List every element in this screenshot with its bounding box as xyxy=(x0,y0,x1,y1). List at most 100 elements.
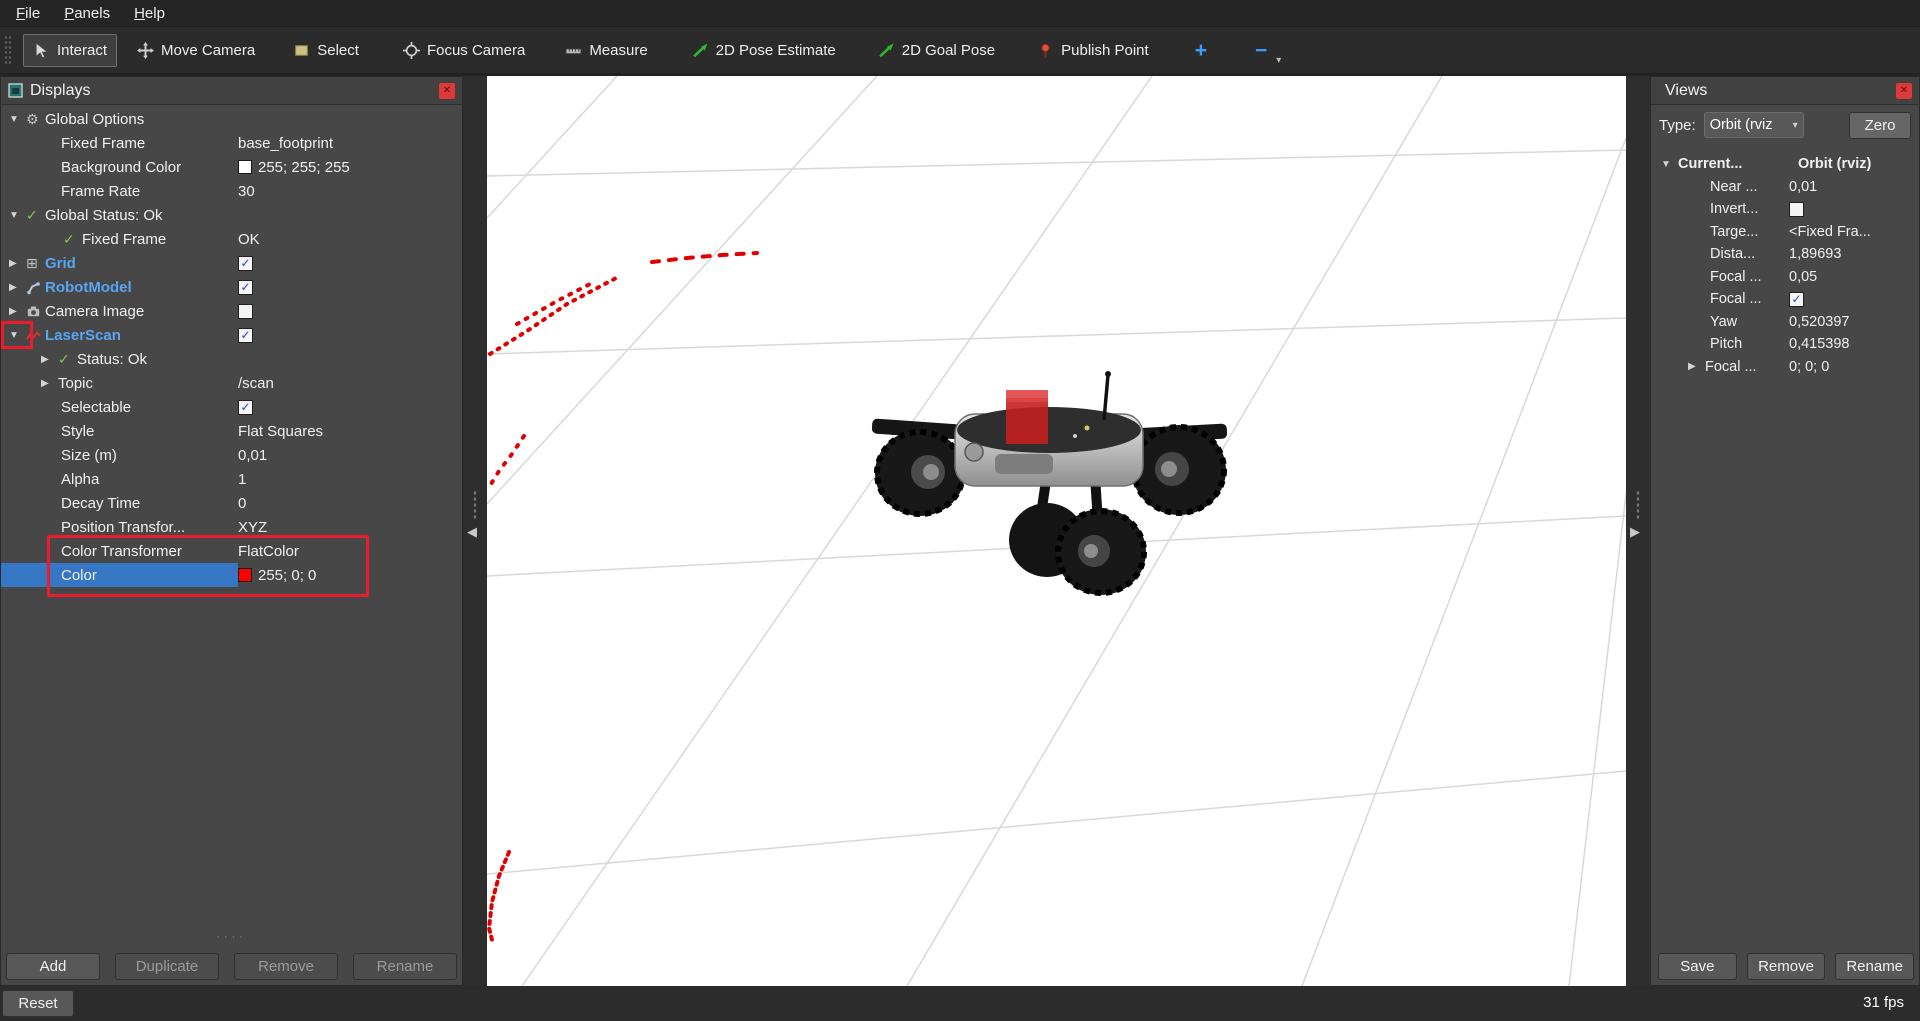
collapse-right-icon[interactable]: ▶ xyxy=(1630,524,1640,540)
color-swatch-white[interactable] xyxy=(238,160,252,174)
property-value[interactable]: 0,01 xyxy=(238,447,267,464)
duplicate-display-button[interactable]: Duplicate xyxy=(115,953,219,980)
reset-button[interactable]: Reset xyxy=(2,990,74,1017)
expander-icon[interactable]: ▶ xyxy=(9,282,26,293)
selectable-checkbox[interactable] xyxy=(238,400,253,415)
tool-2d-pose-estimate[interactable]: 2D Pose Estimate xyxy=(682,34,846,67)
right-splitter[interactable]: ▶ xyxy=(1626,76,1650,986)
rename-view-button[interactable]: Rename xyxy=(1835,953,1914,980)
displays-panel-header[interactable]: Displays ✕ xyxy=(1,77,462,105)
rename-display-button[interactable]: Rename xyxy=(353,953,457,980)
expander-icon[interactable]: ▶ xyxy=(1688,361,1705,372)
display-row-global-options[interactable]: ▼ ⚙ Global Options xyxy=(1,107,461,131)
enabled-checkbox[interactable] xyxy=(238,304,253,319)
close-panel-button[interactable]: ✕ xyxy=(439,83,455,99)
add-display-button[interactable]: Add xyxy=(6,953,100,980)
display-row-selectable[interactable]: Selectable xyxy=(1,395,461,419)
display-row-color[interactable]: Color 255; 0; 0 xyxy=(1,563,461,587)
display-row-alpha[interactable]: Alpha 1 xyxy=(1,467,461,491)
remove-view-button[interactable]: Remove xyxy=(1747,953,1826,980)
menu-file[interactable]: File xyxy=(4,2,52,25)
views-panel-header[interactable]: Views ✕ xyxy=(1651,77,1919,105)
view-row-focal-shape-fixed[interactable]: Focal ... xyxy=(1651,288,1918,311)
tool-interact[interactable]: Interact xyxy=(23,34,117,67)
display-row-fixed-frame-status[interactable]: ✓ Fixed Frame OK xyxy=(1,227,461,251)
panel-resize-handle[interactable]: ···· xyxy=(1,931,462,943)
collapse-left-icon[interactable]: ◀ xyxy=(467,524,477,540)
display-row-grid[interactable]: ▶ ⊞ Grid xyxy=(1,251,461,275)
property-value[interactable]: 0,520397 xyxy=(1789,314,1849,330)
color-swatch-red[interactable] xyxy=(238,568,252,582)
expander-icon[interactable]: ▶ xyxy=(9,258,26,269)
zero-button[interactable]: Zero xyxy=(1849,112,1911,139)
property-value[interactable]: 1,89693 xyxy=(1789,246,1841,262)
save-view-button[interactable]: Save xyxy=(1658,953,1737,980)
display-row-fixed-frame[interactable]: Fixed Frame base_footprint xyxy=(1,131,461,155)
property-value[interactable]: 0; 0; 0 xyxy=(1789,359,1829,375)
expander-icon[interactable]: ▼ xyxy=(9,330,26,341)
splitter-handle[interactable] xyxy=(1636,490,1640,520)
add-tool-button[interactable]: + xyxy=(1185,34,1217,67)
tool-move-camera[interactable]: Move Camera xyxy=(127,34,265,67)
display-row-global-status[interactable]: ▼ ✓ Global Status: Ok xyxy=(1,203,461,227)
property-value[interactable]: 255; 0; 0 xyxy=(258,567,316,584)
close-panel-button[interactable]: ✕ xyxy=(1896,83,1912,99)
display-row-position-transformer[interactable]: Position Transfor... XYZ xyxy=(1,515,461,539)
property-value[interactable]: Flat Squares xyxy=(238,423,323,440)
view-row-focal-point[interactable]: ▶ Focal ... 0; 0; 0 xyxy=(1651,356,1918,379)
property-value[interactable]: 30 xyxy=(238,183,255,200)
view-row-focal-shape-size[interactable]: Focal ... 0,05 xyxy=(1651,266,1918,289)
property-value[interactable]: 0,05 xyxy=(1789,269,1817,285)
view-row-invert-z[interactable]: Invert... xyxy=(1651,198,1918,221)
view-row-yaw[interactable]: Yaw 0,520397 xyxy=(1651,311,1918,334)
display-row-frame-rate[interactable]: Frame Rate 30 xyxy=(1,179,461,203)
enabled-checkbox[interactable] xyxy=(238,280,253,295)
display-row-size[interactable]: Size (m) 0,01 xyxy=(1,443,461,467)
display-row-color-transformer[interactable]: Color Transformer FlatColor xyxy=(1,539,461,563)
invert-checkbox[interactable] xyxy=(1789,202,1804,217)
view-row-target-frame[interactable]: Targe... <Fixed Fra... xyxy=(1651,221,1918,244)
3d-viewport[interactable] xyxy=(487,76,1626,986)
property-value[interactable]: <Fixed Fra... xyxy=(1789,224,1871,240)
expander-icon[interactable]: ▼ xyxy=(9,210,26,221)
tool-2d-goal-pose[interactable]: 2D Goal Pose xyxy=(868,34,1005,67)
property-value[interactable]: 0,415398 xyxy=(1789,336,1849,352)
expander-icon[interactable]: ▶ xyxy=(41,378,58,389)
expander-icon[interactable]: ▶ xyxy=(9,306,26,317)
display-row-camera-image[interactable]: ▶ Camera Image xyxy=(1,299,461,323)
expander-icon[interactable]: ▼ xyxy=(1661,159,1678,170)
display-row-style[interactable]: Style Flat Squares xyxy=(1,419,461,443)
display-row-laserscan-status[interactable]: ▶ ✓ Status: Ok xyxy=(1,347,461,371)
splitter-handle[interactable] xyxy=(473,490,477,520)
tool-publish-point[interactable]: Publish Point xyxy=(1027,34,1159,67)
display-row-robotmodel[interactable]: ▶ RobotModel xyxy=(1,275,461,299)
property-value[interactable]: 0 xyxy=(238,495,246,512)
tool-select[interactable]: Select xyxy=(283,34,369,67)
remove-display-button[interactable]: Remove xyxy=(234,953,338,980)
menu-help[interactable]: Help xyxy=(122,2,177,25)
focal-checkbox[interactable] xyxy=(1789,292,1804,307)
view-type-dropdown[interactable]: Orbit (rviz ▾ xyxy=(1704,112,1804,138)
enabled-checkbox[interactable] xyxy=(238,256,253,271)
display-row-topic[interactable]: ▶ Topic /scan xyxy=(1,371,461,395)
view-row-near-clip[interactable]: Near ... 0,01 xyxy=(1651,176,1918,199)
property-value[interactable]: XYZ xyxy=(238,519,267,536)
view-row-pitch[interactable]: Pitch 0,415398 xyxy=(1651,333,1918,356)
property-value[interactable]: 255; 255; 255 xyxy=(258,159,350,176)
view-row-current[interactable]: ▼ Current... Orbit (rviz) xyxy=(1651,153,1918,176)
view-row-distance[interactable]: Dista... 1,89693 xyxy=(1651,243,1918,266)
property-value[interactable]: base_footprint xyxy=(238,135,333,152)
property-value[interactable]: FlatColor xyxy=(238,543,299,560)
tool-focus-camera[interactable]: Focus Camera xyxy=(393,34,535,67)
expander-icon[interactable]: ▶ xyxy=(41,354,58,365)
tool-measure[interactable]: Measure xyxy=(555,34,657,67)
enabled-checkbox[interactable] xyxy=(238,328,253,343)
menu-panels[interactable]: Panels xyxy=(52,2,122,25)
remove-tool-button[interactable]: − ▾ xyxy=(1245,34,1284,67)
expander-icon[interactable]: ▼ xyxy=(9,114,26,125)
display-row-background-color[interactable]: Background Color 255; 255; 255 xyxy=(1,155,461,179)
property-value[interactable]: 1 xyxy=(238,471,246,488)
property-value[interactable]: 0,01 xyxy=(1789,179,1817,195)
property-value[interactable]: /scan xyxy=(238,375,274,392)
display-row-laserscan[interactable]: ▼ LaserScan xyxy=(1,323,461,347)
